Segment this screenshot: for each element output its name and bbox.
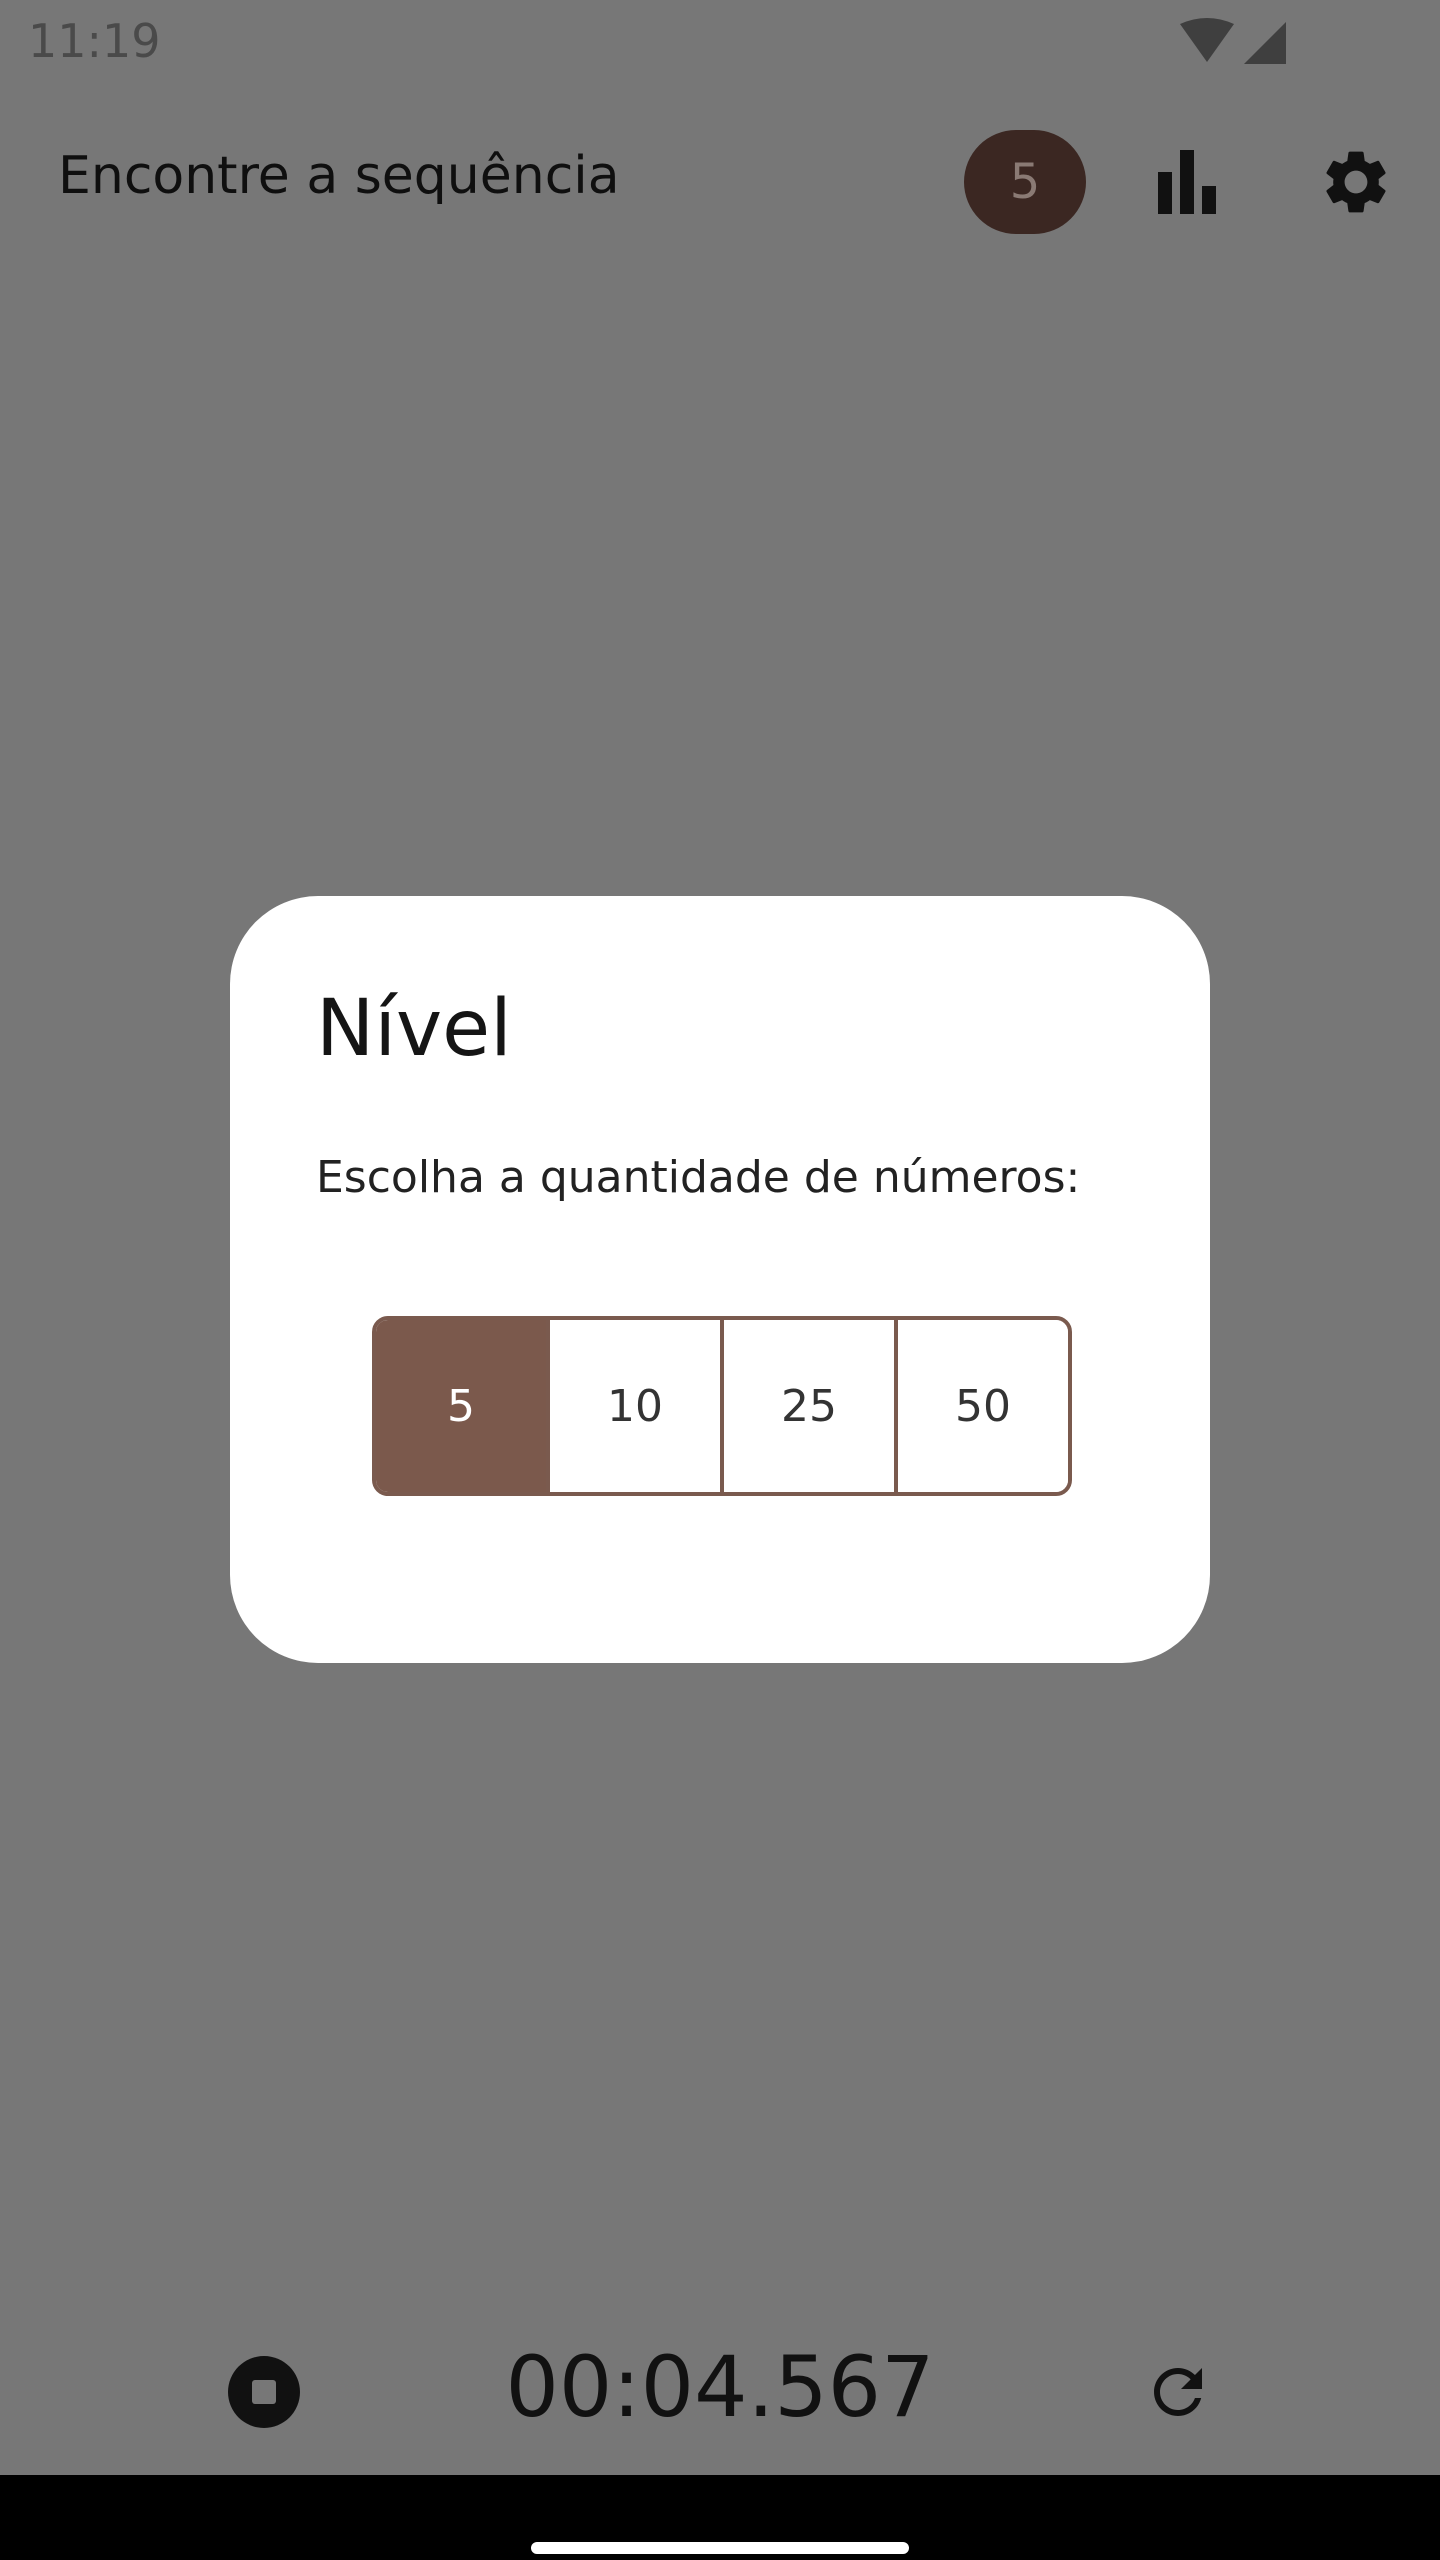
option-10-button[interactable]: 10 <box>546 1320 720 1492</box>
option-50-button[interactable]: 50 <box>894 1320 1068 1492</box>
app-title: Encontre a sequência <box>58 146 620 206</box>
count-selector: 5 10 25 50 <box>372 1316 1072 1496</box>
home-handle[interactable] <box>531 2542 909 2554</box>
dialog-message: Escolha a quantidade de números: <box>316 1152 1081 1203</box>
dialog-title: Nível <box>316 984 512 1074</box>
wifi-icon <box>1180 18 1234 62</box>
option-5-button[interactable]: 5 <box>376 1320 546 1492</box>
stats-icon[interactable] <box>1158 150 1218 214</box>
option-25-button[interactable]: 25 <box>720 1320 894 1492</box>
status-icons <box>1180 18 1286 64</box>
status-time: 11:19 <box>28 14 161 68</box>
settings-icon[interactable] <box>1318 144 1394 220</box>
app-screen: 11:19 Encontre a sequência 5 Nível Escol… <box>0 0 1440 2475</box>
signal-icon <box>1244 22 1286 64</box>
level-badge[interactable]: 5 <box>964 130 1086 234</box>
timer: 00:04.567 <box>505 2338 935 2436</box>
level-dialog: Nível Escolha a quantidade de números: 5… <box>230 896 1210 1663</box>
refresh-icon[interactable] <box>1142 2356 1214 2428</box>
